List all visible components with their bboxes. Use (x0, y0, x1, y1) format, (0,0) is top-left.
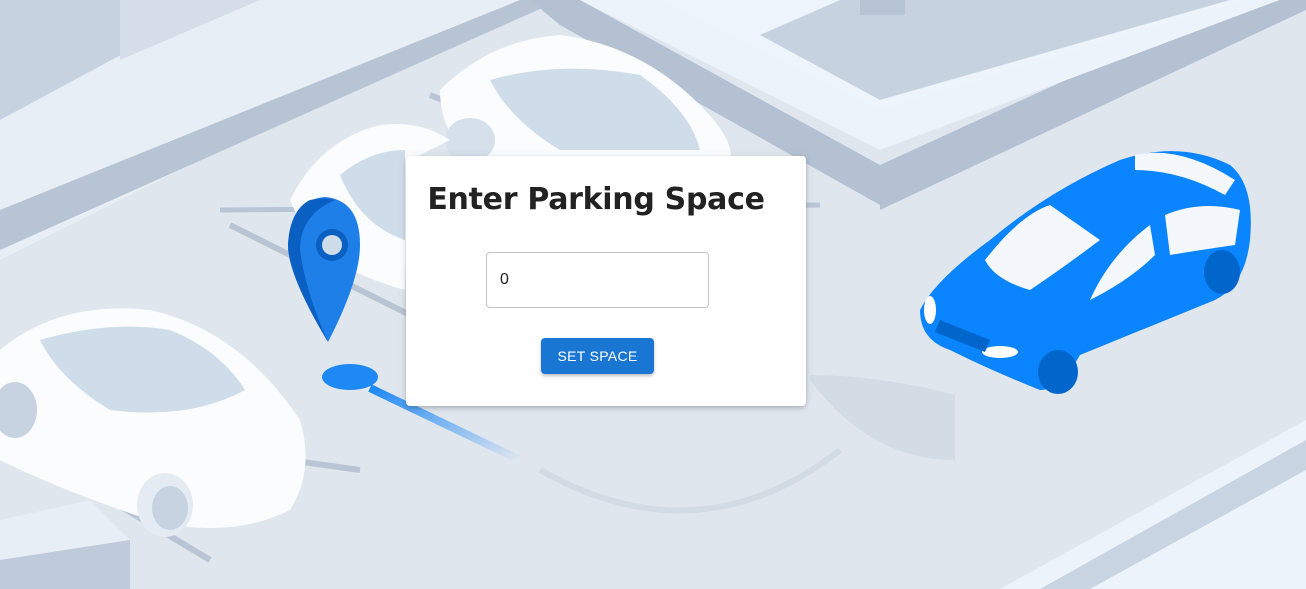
form-title: Enter Parking Space (427, 182, 765, 217)
parking-space-input[interactable] (486, 252, 709, 308)
parking-space-form-card: Enter Parking Space SET SPACE (406, 156, 806, 406)
set-space-button[interactable]: SET SPACE (541, 338, 654, 374)
